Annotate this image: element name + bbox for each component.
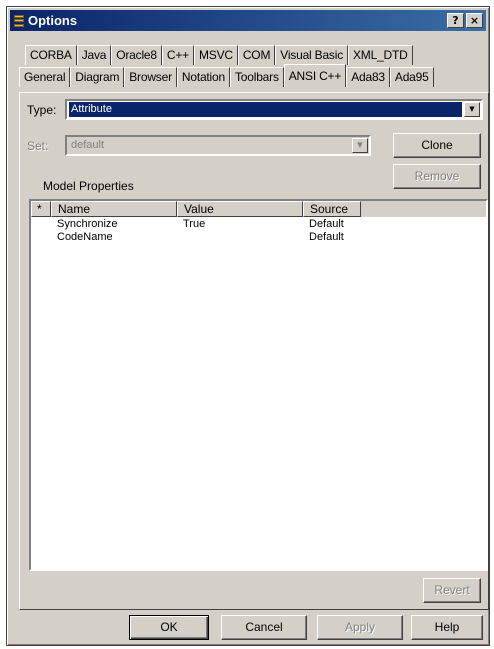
revert-button[interactable]: Revert [423,578,481,603]
remove-button[interactable]: Remove [393,164,481,189]
model-properties-label: Model Properties [43,179,134,193]
tab-ada95[interactable]: Ada95 [389,67,434,87]
tab-diagram[interactable]: Diagram [70,67,125,87]
options-dialog: Options ? × CORBA Java Oracle8 C++ MSVC … [6,6,490,646]
title-bar[interactable]: Options ? × [10,10,486,31]
row-marker [31,218,51,231]
set-label: Set: [27,139,49,153]
row-marker [31,231,51,244]
window-title: Options [28,13,78,28]
close-icon[interactable]: × [466,13,483,28]
tab-msvc[interactable]: MSVC [193,45,238,65]
tab-oracle8[interactable]: Oracle8 [111,45,162,65]
list-header: * Name Value Source [31,201,486,217]
set-dropdown[interactable]: default ▼ [65,135,371,156]
property-value [177,231,303,244]
tab-general[interactable]: General [19,67,71,87]
tab-notation[interactable]: Notation [176,67,230,87]
apply-button[interactable]: Apply [317,615,403,640]
column-header-value[interactable]: Value [177,201,303,217]
type-label: Type: [27,103,57,117]
tab-cpp[interactable]: C++ [161,45,194,65]
tab-row-bottom: General Diagram Browser Notation Toolbar… [19,64,434,87]
chevron-down-icon[interactable]: ▼ [464,102,480,117]
property-name: Synchronize [57,218,118,230]
tab-browser[interactable]: Browser [124,67,177,87]
type-dropdown[interactable]: Attribute ▼ [65,99,483,120]
app-icon [14,14,24,27]
table-row[interactable]: CodeName Default [31,231,361,244]
property-name: CodeName [57,231,113,243]
property-source: Default [309,231,344,243]
tab-row-top: CORBA Java Oracle8 C++ MSVC COM Visual B… [25,45,413,65]
tab-com[interactable]: COM [237,45,276,65]
help-title-button[interactable]: ? [447,13,464,28]
tab-visual-basic[interactable]: Visual Basic [275,45,348,65]
set-value: default [71,139,105,151]
chevron-down-icon[interactable]: ▼ [352,138,368,153]
tab-toolbars[interactable]: Toolbars [229,67,284,87]
ok-button[interactable]: OK [129,615,209,640]
table-row[interactable]: Synchronize True Default [31,218,361,231]
cancel-button[interactable]: Cancel [221,615,307,640]
help-button[interactable]: Help [411,615,483,640]
tab-strip: CORBA Java Oracle8 C++ MSVC COM Visual B… [19,43,485,91]
column-header-source[interactable]: Source [303,201,361,217]
tab-ansi-cpp[interactable]: ANSI C++ [283,64,347,87]
column-header-marker[interactable]: * [31,201,51,217]
property-value: True [183,218,206,230]
model-properties-list[interactable]: * Name Value Source Synchronize True Def… [29,199,488,571]
property-source: Default [309,218,344,230]
tab-xml-dtd[interactable]: XML_DTD [348,45,413,65]
tab-ada83[interactable]: Ada83 [346,67,390,87]
column-header-name[interactable]: Name [51,201,177,217]
tab-java[interactable]: Java [76,45,112,65]
type-value: Attribute [69,102,462,117]
tab-corba[interactable]: CORBA [25,45,77,65]
clone-button[interactable]: Clone [393,133,481,158]
